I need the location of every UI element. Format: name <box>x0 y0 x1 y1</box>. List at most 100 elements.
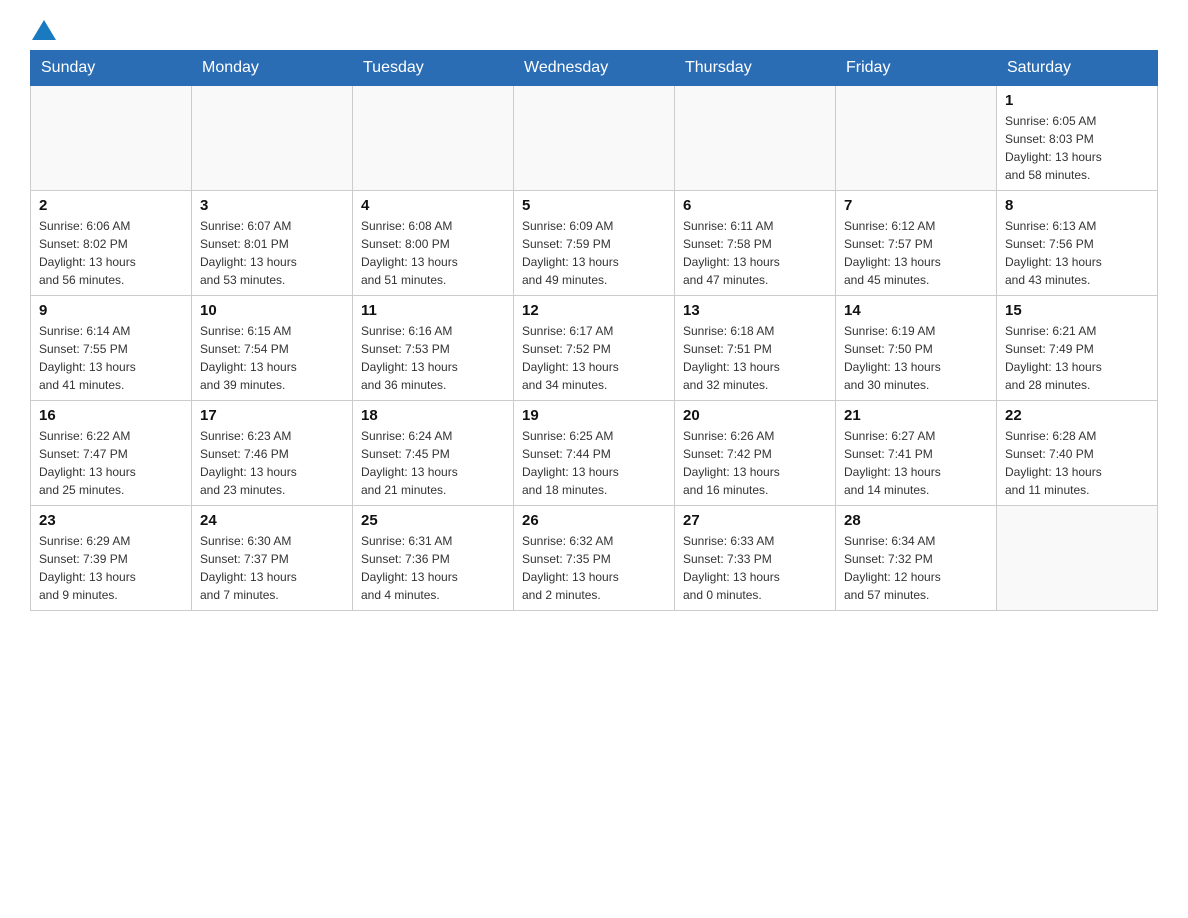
calendar-week-1: 1 Sunrise: 6:05 AM Sunset: 8:03 PM Daylig… <box>31 86 1158 191</box>
calendar-cell: 16Sunrise: 6:22 AM Sunset: 7:47 PM Dayli… <box>31 401 192 506</box>
calendar-cell: 21 Sunrise: 6:27 AM Sunset: 7:41 PM Dayli… <box>836 401 997 506</box>
page-header <box>30 20 1158 40</box>
day-info: Sunrise: 6:29 AM Sunset: 7:39 PM Dayligh… <box>39 532 183 604</box>
day-info: Sunrise: 6:23 AM Sunset: 7:46 PM Dayligh… <box>200 427 344 499</box>
day-info: Sunrise: 6:21 AM Sunset: 7:49 PM Dayligh… <box>1005 322 1149 394</box>
weekday-header-friday: Friday <box>836 51 997 86</box>
calendar-cell <box>353 86 514 191</box>
day-number: 2 <box>39 197 183 214</box>
logo <box>30 20 58 40</box>
calendar-cell: 13 Sunrise: 6:18 AM Sunset: 7:51 PM Dayli… <box>675 296 836 401</box>
calendar-cell: 28Sunrise: 6:34 AM Sunset: 7:32 PM Dayli… <box>836 506 997 611</box>
day-info: Sunrise: 6:12 AM Sunset: 7:57 PM Dayligh… <box>844 217 988 289</box>
day-number: 6 <box>683 197 827 214</box>
calendar-cell: 18 Sunrise: 6:24 AM Sunset: 7:45 PM Dayli… <box>353 401 514 506</box>
day-info: Sunrise: 6:26 AM Sunset: 7:42 PM Dayligh… <box>683 427 827 499</box>
day-number: 18 <box>361 407 505 424</box>
day-number: 12 <box>522 302 666 319</box>
calendar-cell: 5 Sunrise: 6:09 AM Sunset: 7:59 PM Daylig… <box>514 191 675 296</box>
calendar-cell <box>31 86 192 191</box>
calendar-cell <box>997 506 1158 611</box>
day-info: Sunrise: 6:19 AM Sunset: 7:50 PM Dayligh… <box>844 322 988 394</box>
day-number: 23 <box>39 512 183 529</box>
calendar-cell: 14 Sunrise: 6:19 AM Sunset: 7:50 PM Dayli… <box>836 296 997 401</box>
weekday-header-sunday: Sunday <box>31 51 192 86</box>
day-info: Sunrise: 6:07 AM Sunset: 8:01 PM Dayligh… <box>200 217 344 289</box>
weekday-header-monday: Monday <box>192 51 353 86</box>
calendar-week-2: 2 Sunrise: 6:06 AM Sunset: 8:02 PM Daylig… <box>31 191 1158 296</box>
calendar-cell <box>514 86 675 191</box>
calendar-cell: 27 Sunrise: 6:33 AM Sunset: 7:33 PM Dayli… <box>675 506 836 611</box>
calendar-cell <box>675 86 836 191</box>
calendar-week-4: 16Sunrise: 6:22 AM Sunset: 7:47 PM Dayli… <box>31 401 1158 506</box>
day-number: 10 <box>200 302 344 319</box>
day-number: 25 <box>361 512 505 529</box>
day-info: Sunrise: 6:15 AM Sunset: 7:54 PM Dayligh… <box>200 322 344 394</box>
calendar-week-3: 9Sunrise: 6:14 AM Sunset: 7:55 PM Daylig… <box>31 296 1158 401</box>
day-number: 15 <box>1005 302 1149 319</box>
calendar-cell: 19 Sunrise: 6:25 AM Sunset: 7:44 PM Dayli… <box>514 401 675 506</box>
day-number: 11 <box>361 302 505 319</box>
day-info: Sunrise: 6:05 AM Sunset: 8:03 PM Dayligh… <box>1005 112 1149 184</box>
day-info: Sunrise: 6:09 AM Sunset: 7:59 PM Dayligh… <box>522 217 666 289</box>
weekday-header-wednesday: Wednesday <box>514 51 675 86</box>
calendar-cell: 2 Sunrise: 6:06 AM Sunset: 8:02 PM Daylig… <box>31 191 192 296</box>
calendar-cell <box>836 86 997 191</box>
day-info: Sunrise: 6:06 AM Sunset: 8:02 PM Dayligh… <box>39 217 183 289</box>
calendar-body: 1 Sunrise: 6:05 AM Sunset: 8:03 PM Daylig… <box>31 86 1158 611</box>
calendar-cell: 20 Sunrise: 6:26 AM Sunset: 7:42 PM Dayli… <box>675 401 836 506</box>
calendar-cell: 23 Sunrise: 6:29 AM Sunset: 7:39 PM Dayli… <box>31 506 192 611</box>
day-number: 26 <box>522 512 666 529</box>
day-number: 24 <box>200 512 344 529</box>
weekday-header-tuesday: Tuesday <box>353 51 514 86</box>
calendar-cell: 6 Sunrise: 6:11 AM Sunset: 7:58 PM Daylig… <box>675 191 836 296</box>
day-info: Sunrise: 6:18 AM Sunset: 7:51 PM Dayligh… <box>683 322 827 394</box>
calendar-cell: 11 Sunrise: 6:16 AM Sunset: 7:53 PM Dayli… <box>353 296 514 401</box>
day-info: Sunrise: 6:31 AM Sunset: 7:36 PM Dayligh… <box>361 532 505 604</box>
calendar-cell: 22 Sunrise: 6:28 AM Sunset: 7:40 PM Dayli… <box>997 401 1158 506</box>
day-number: 17 <box>200 407 344 424</box>
day-number: 3 <box>200 197 344 214</box>
day-number: 20 <box>683 407 827 424</box>
calendar-table: SundayMondayTuesdayWednesdayThursdayFrid… <box>30 50 1158 611</box>
day-info: Sunrise: 6:33 AM Sunset: 7:33 PM Dayligh… <box>683 532 827 604</box>
day-number: 9 <box>39 302 183 319</box>
day-info: Sunrise: 6:17 AM Sunset: 7:52 PM Dayligh… <box>522 322 666 394</box>
calendar-cell <box>192 86 353 191</box>
calendar-cell: 8 Sunrise: 6:13 AM Sunset: 7:56 PM Daylig… <box>997 191 1158 296</box>
calendar-cell: 4 Sunrise: 6:08 AM Sunset: 8:00 PM Daylig… <box>353 191 514 296</box>
calendar-cell: 17 Sunrise: 6:23 AM Sunset: 7:46 PM Dayli… <box>192 401 353 506</box>
calendar-week-5: 23 Sunrise: 6:29 AM Sunset: 7:39 PM Dayli… <box>31 506 1158 611</box>
day-number: 27 <box>683 512 827 529</box>
day-number: 5 <box>522 197 666 214</box>
day-info: Sunrise: 6:32 AM Sunset: 7:35 PM Dayligh… <box>522 532 666 604</box>
day-number: 8 <box>1005 197 1149 214</box>
calendar-cell: 9Sunrise: 6:14 AM Sunset: 7:55 PM Daylig… <box>31 296 192 401</box>
day-number: 28 <box>844 512 988 529</box>
weekday-header-thursday: Thursday <box>675 51 836 86</box>
calendar-cell: 15 Sunrise: 6:21 AM Sunset: 7:49 PM Dayli… <box>997 296 1158 401</box>
day-number: 4 <box>361 197 505 214</box>
day-number: 13 <box>683 302 827 319</box>
day-info: Sunrise: 6:28 AM Sunset: 7:40 PM Dayligh… <box>1005 427 1149 499</box>
day-number: 19 <box>522 407 666 424</box>
day-number: 22 <box>1005 407 1149 424</box>
day-info: Sunrise: 6:08 AM Sunset: 8:00 PM Dayligh… <box>361 217 505 289</box>
day-info: Sunrise: 6:24 AM Sunset: 7:45 PM Dayligh… <box>361 427 505 499</box>
day-info: Sunrise: 6:27 AM Sunset: 7:41 PM Dayligh… <box>844 427 988 499</box>
calendar-header: SundayMondayTuesdayWednesdayThursdayFrid… <box>31 51 1158 86</box>
calendar-cell: 3 Sunrise: 6:07 AM Sunset: 8:01 PM Daylig… <box>192 191 353 296</box>
day-number: 1 <box>1005 92 1149 109</box>
weekday-header-saturday: Saturday <box>997 51 1158 86</box>
calendar-cell: 7Sunrise: 6:12 AM Sunset: 7:57 PM Daylig… <box>836 191 997 296</box>
day-number: 14 <box>844 302 988 319</box>
calendar-cell: 10 Sunrise: 6:15 AM Sunset: 7:54 PM Dayli… <box>192 296 353 401</box>
day-info: Sunrise: 6:25 AM Sunset: 7:44 PM Dayligh… <box>522 427 666 499</box>
day-info: Sunrise: 6:13 AM Sunset: 7:56 PM Dayligh… <box>1005 217 1149 289</box>
day-number: 21 <box>844 407 988 424</box>
day-info: Sunrise: 6:30 AM Sunset: 7:37 PM Dayligh… <box>200 532 344 604</box>
day-info: Sunrise: 6:16 AM Sunset: 7:53 PM Dayligh… <box>361 322 505 394</box>
calendar-cell: 1 Sunrise: 6:05 AM Sunset: 8:03 PM Daylig… <box>997 86 1158 191</box>
day-info: Sunrise: 6:11 AM Sunset: 7:58 PM Dayligh… <box>683 217 827 289</box>
day-number: 16 <box>39 407 183 424</box>
